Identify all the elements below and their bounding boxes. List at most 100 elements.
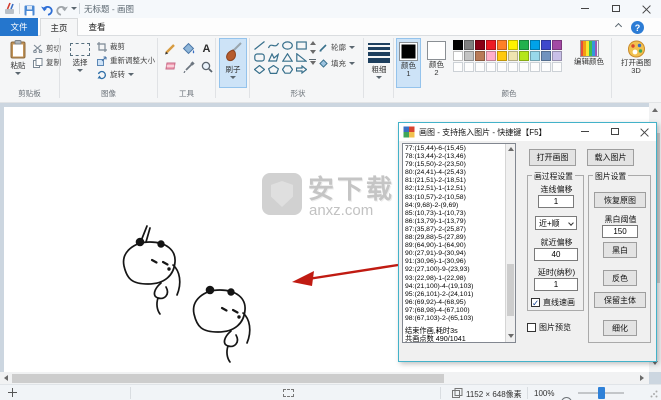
dialog-close-button[interactable]	[630, 123, 658, 140]
shapes-more-button[interactable]	[309, 59, 316, 66]
list-item[interactable]: 98:(67,103)-2-(65,103)	[405, 315, 505, 323]
palette-swatch[interactable]	[486, 51, 496, 61]
line-offset-input[interactable]	[538, 195, 574, 208]
minimize-button[interactable]	[570, 0, 599, 17]
coordinate-listbox[interactable]: 77:(15,44)-6-(15,45) 78:(13,44)-2-(13,46)…	[402, 143, 516, 343]
horizontal-scrollbar[interactable]	[0, 372, 649, 384]
help-button[interactable]: ?	[631, 21, 644, 34]
keep-subject-button[interactable]: 保留主体	[594, 292, 646, 308]
zoom-out-button[interactable]	[561, 396, 572, 400]
zoom-slider-thumb[interactable]	[598, 387, 605, 399]
palette-swatch[interactable]	[486, 40, 496, 50]
palette-swatch[interactable]	[530, 62, 540, 72]
shape-rounded-rectangle[interactable]	[253, 52, 266, 63]
palette-swatch[interactable]	[475, 62, 485, 72]
list-item[interactable]: 89:(64,90)-1-(64,90)	[405, 242, 505, 250]
palette-swatch[interactable]	[552, 40, 562, 50]
list-item[interactable]: 82:(12,51)-1-(12,51)	[405, 185, 505, 193]
palette-swatch[interactable]	[552, 62, 562, 72]
palette-swatch[interactable]	[530, 40, 540, 50]
tab-view[interactable]: 查看	[78, 18, 116, 36]
dialog-minimize-button[interactable]	[571, 123, 599, 140]
palette-swatch[interactable]	[508, 51, 518, 61]
list-item[interactable]: 77:(15,44)-6-(15,45)	[405, 145, 505, 153]
shapes-scroll-down-icon[interactable]	[309, 50, 316, 54]
color-picker-tool[interactable]	[181, 59, 196, 74]
maximize-button[interactable]	[601, 0, 630, 17]
pencil-tool[interactable]	[163, 41, 178, 56]
edit-colors-button[interactable]: 编辑颜色	[571, 40, 607, 66]
bw-threshold-input[interactable]	[602, 225, 638, 238]
list-item[interactable]: 95:(26,101)-2-(24,101)	[405, 291, 505, 299]
palette-swatch[interactable]	[541, 51, 551, 61]
list-item[interactable]: 79:(15,50)-2-(23,50)	[405, 161, 505, 169]
palette-swatch[interactable]	[497, 51, 507, 61]
list-item[interactable]: 94:(21,100)-4-(19,103)	[405, 283, 505, 291]
list-item[interactable]: 88:(29,88)-5-(27,89)	[405, 234, 505, 242]
fill-style-button[interactable]: 填充	[319, 58, 355, 69]
brushes-button[interactable]: 刷子	[219, 38, 247, 88]
image-preview-checkbox[interactable]: 图片预览	[527, 322, 571, 333]
palette-swatch[interactable]	[519, 62, 529, 72]
palette-swatch[interactable]	[530, 51, 540, 61]
shape-right-triangle[interactable]	[295, 52, 308, 63]
shape-curve[interactable]	[267, 40, 280, 51]
near-offset-input[interactable]	[534, 248, 578, 261]
shape-ellipse[interactable]	[281, 40, 294, 51]
load-image-button[interactable]: 载入图片	[587, 149, 634, 166]
fill-tool[interactable]	[181, 41, 196, 56]
list-scrollbar[interactable]	[505, 144, 515, 342]
resize-button[interactable]: 重新调整大小	[97, 55, 155, 66]
shape-triangle[interactable]	[281, 52, 294, 63]
palette-swatch[interactable]	[464, 51, 474, 61]
list-item[interactable]: 96:(69,92)-4-(68,95)	[405, 299, 505, 307]
shapes-scroll-up-icon[interactable]	[309, 41, 316, 45]
text-tool[interactable]: A	[199, 41, 214, 56]
shape-polygon[interactable]	[267, 52, 280, 63]
palette-swatch[interactable]	[453, 51, 463, 61]
copy-button[interactable]: 复制	[33, 57, 61, 68]
black-white-button[interactable]: 黑白	[603, 242, 637, 258]
palette-swatch[interactable]	[552, 51, 562, 61]
list-item[interactable]: 80:(24,41)-4-(25,43)	[405, 169, 505, 177]
palette-swatch[interactable]	[453, 40, 463, 50]
palette-swatch[interactable]	[497, 40, 507, 50]
list-item[interactable]: 83:(10,57)-2-(10,58)	[405, 194, 505, 202]
palette-swatch[interactable]	[541, 62, 551, 72]
scroll-up-icon[interactable]	[652, 108, 658, 112]
paint3d-button[interactable]: 打开画图 3D	[615, 40, 657, 75]
outline-button[interactable]: 轮廓	[319, 42, 355, 53]
list-item[interactable]: 78:(13,44)-2-(13,46)	[405, 153, 505, 161]
color2-button[interactable]: 颜色 2	[424, 38, 449, 88]
list-scroll-thumb[interactable]	[507, 264, 514, 316]
list-item[interactable]: 91:(30,96)-1-(30,96)	[405, 258, 505, 266]
eraser-tool[interactable]	[163, 59, 178, 74]
delay-input[interactable]	[534, 278, 578, 291]
list-item[interactable]: 86:(13,79)-1-(13,79)	[405, 218, 505, 226]
paste-button[interactable]: 粘贴	[4, 40, 32, 75]
tab-home[interactable]: 主页	[40, 18, 78, 36]
palette-swatch[interactable]	[541, 40, 551, 50]
palette-swatch[interactable]	[519, 51, 529, 61]
list-item[interactable]: 93:(22,98)-1-(22,98)	[405, 275, 505, 283]
shape-rectangle[interactable]	[295, 40, 308, 51]
select-button[interactable]: 选择	[66, 41, 94, 72]
list-item[interactable]: 90:(27,91)-9-(30,94)	[405, 250, 505, 258]
palette-swatch[interactable]	[497, 62, 507, 72]
resize-grip[interactable]	[650, 390, 658, 398]
magnifier-tool[interactable]	[199, 59, 214, 74]
palette-swatch[interactable]	[464, 62, 474, 72]
invert-color-button[interactable]: 反色	[603, 270, 637, 286]
list-item[interactable]: 84:(9,68)-2-(9,69)	[405, 202, 505, 210]
horizontal-scroll-thumb[interactable]	[12, 373, 444, 383]
palette-swatch[interactable]	[508, 40, 518, 50]
shape-arrow-right[interactable]	[295, 64, 308, 75]
palette-swatch[interactable]	[464, 40, 474, 50]
dialog-maximize-button[interactable]	[601, 123, 629, 140]
palette-swatch[interactable]	[486, 62, 496, 72]
crop-button[interactable]: 裁剪	[97, 41, 125, 52]
scroll-down-icon[interactable]	[508, 334, 514, 338]
scroll-up-icon[interactable]	[508, 147, 514, 151]
refine-button[interactable]: 细化	[603, 320, 637, 336]
palette-swatch[interactable]	[519, 40, 529, 50]
